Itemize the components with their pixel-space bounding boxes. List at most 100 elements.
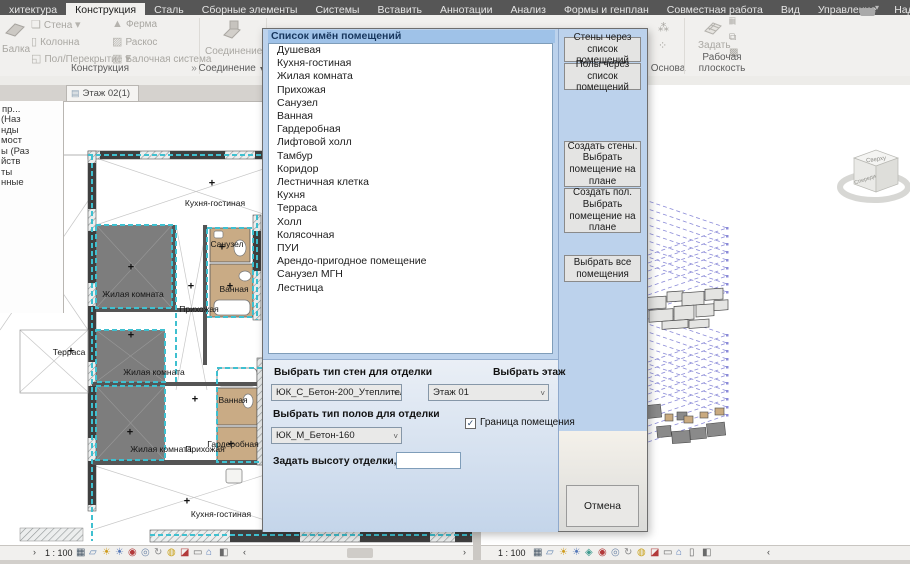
detail-level-icon[interactable]: ▦ bbox=[533, 547, 542, 558]
browser-tree-item[interactable]: (Наз bbox=[0, 115, 63, 126]
scroll-right-icon[interactable]: › bbox=[463, 547, 466, 557]
ribbon-tab-Вид[interactable]: Вид bbox=[772, 3, 809, 15]
browser-tree-item[interactable]: нные bbox=[0, 178, 63, 189]
ribbon-tab-Конструкция[interactable]: Конструкция bbox=[66, 3, 145, 15]
room-list-item[interactable]: Ванная bbox=[269, 110, 552, 123]
finish-height-input[interactable] bbox=[396, 452, 461, 469]
crop-visibility-icon[interactable]: ↻ bbox=[154, 547, 162, 558]
grid-icon[interactable]: ⁘ bbox=[658, 39, 667, 52]
crop-visibility-icon[interactable]: ↻ bbox=[624, 547, 632, 558]
shadows-icon[interactable]: ☀ bbox=[572, 547, 581, 558]
truss-button[interactable]: ▲ Ферма bbox=[112, 18, 157, 30]
crop-region-icon[interactable]: ◎ bbox=[611, 547, 620, 558]
viewcube[interactable]: Сверху Спереди bbox=[840, 150, 908, 200]
room-list-item[interactable]: Коридор bbox=[269, 163, 552, 176]
ribbon-tab-Сталь[interactable]: Сталь bbox=[145, 3, 193, 15]
constraints-icon[interactable]: ◧ bbox=[219, 547, 228, 558]
view-scale[interactable]: 1 : 100 bbox=[45, 548, 73, 558]
ribbon-tab-Совместная работа[interactable]: Совместная работа bbox=[658, 3, 772, 15]
sun-path-icon[interactable]: ☀ bbox=[102, 547, 111, 558]
constraints-icon[interactable]: ◧ bbox=[702, 547, 711, 558]
room-center-mark: + bbox=[127, 426, 133, 438]
expand-icon[interactable]: › bbox=[33, 547, 36, 557]
room-list-item[interactable]: Арендо-пригодное помещение bbox=[269, 255, 552, 268]
room-list-item[interactable]: Прихожая bbox=[269, 84, 552, 97]
ribbon-tab-хитектура[interactable]: хитектура bbox=[0, 3, 66, 15]
ribbon-tab-Системы[interactable]: Системы bbox=[306, 3, 368, 15]
temporary-hide-icon[interactable]: ◍ bbox=[167, 547, 176, 558]
room-boundary-checkbox-row[interactable]: ✓ Граница помещения bbox=[465, 417, 575, 429]
collapse-icon[interactable]: ‹ bbox=[243, 547, 246, 557]
brace-icon: ▨ bbox=[112, 36, 125, 48]
crop-region-icon[interactable]: ◎ bbox=[141, 547, 150, 558]
ribbon-tab-Вставить[interactable]: Вставить bbox=[368, 3, 431, 15]
room-list-item[interactable]: Холл bbox=[269, 216, 552, 229]
sun-path-icon[interactable]: ☀ bbox=[559, 547, 568, 558]
room-name-list[interactable]: ДушеваяКухня-гостинаяЖилая комнатаПрихож… bbox=[268, 43, 553, 354]
brace-button[interactable]: ▨ Раскос bbox=[112, 35, 157, 48]
side-button[interactable]: Создать стены. Выбрать помещение на план… bbox=[564, 141, 641, 187]
connection-button[interactable]: Соединение bbox=[205, 17, 259, 57]
checkbox-checked-icon[interactable]: ✓ bbox=[465, 418, 476, 429]
room-label: Жилая комната bbox=[102, 289, 163, 299]
worksharing-display-icon[interactable]: ⌂ bbox=[206, 547, 212, 558]
room-list-item[interactable]: Терраса bbox=[269, 202, 552, 215]
beam-button[interactable]: Балка bbox=[2, 17, 28, 55]
horizontal-scrollbar-thumb[interactable] bbox=[347, 548, 373, 558]
level-dropdown[interactable]: Этаж 01˅ bbox=[428, 384, 549, 401]
worksharing-display-icon[interactable]: ⌂ bbox=[676, 547, 682, 558]
browser-tree-item[interactable]: йств bbox=[0, 157, 63, 168]
set-workplane-button[interactable]: Задать bbox=[698, 17, 728, 51]
room-list-item[interactable]: Колясочная bbox=[269, 229, 552, 242]
room-list-item[interactable]: Гардеробная bbox=[269, 123, 552, 136]
room-list-item[interactable]: Санузел bbox=[269, 97, 552, 110]
room-list-item[interactable]: Лифтовой холл bbox=[269, 136, 552, 149]
room-list-item[interactable]: Душевая bbox=[269, 44, 552, 57]
room-list-item[interactable]: Санузел МГН bbox=[269, 268, 552, 281]
view-tab-level02[interactable]: ▤Этаж 02(1) bbox=[66, 85, 139, 101]
view-scale[interactable]: 1 : 100 bbox=[498, 548, 526, 558]
column-button[interactable]: ▯ Колонна bbox=[31, 35, 79, 48]
wall-type-dropdown[interactable]: ЮК_С_Бетон-200_Утеплитель-1˅ bbox=[271, 384, 402, 401]
temporary-properties-icon[interactable]: ▭ bbox=[663, 547, 672, 558]
ribbon-tab-Сборные элементы[interactable]: Сборные элементы bbox=[193, 3, 307, 15]
workplane-viewer-icon[interactable]: ⧉ bbox=[729, 32, 736, 43]
side-button[interactable]: Полы через список помещений bbox=[564, 63, 641, 90]
ribbon-tab-Формы и генплан[interactable]: Формы и генплан bbox=[555, 3, 658, 15]
show-workplane-icon[interactable]: 𝄜 bbox=[729, 17, 736, 28]
shadows-icon[interactable]: ☀ bbox=[115, 547, 124, 558]
side-button[interactable]: Выбрать все помещения bbox=[564, 255, 641, 282]
viewcube-toggle-icon[interactable]: ▯ bbox=[689, 547, 695, 558]
temporary-hide-icon[interactable]: ◍ bbox=[637, 547, 646, 558]
floor-type-dropdown[interactable]: ЮК_М_Бетон-160˅ bbox=[271, 427, 402, 444]
rendering-icon[interactable]: ◉ bbox=[128, 547, 137, 558]
room-list-item[interactable]: Лестница bbox=[269, 282, 552, 295]
cancel-button[interactable]: Отмена bbox=[566, 485, 639, 527]
room-boundary-label: Граница помещения bbox=[480, 417, 575, 428]
wall-button[interactable]: ❏ Стена ▾ bbox=[31, 18, 81, 31]
screencast-icon[interactable]: ▾ bbox=[860, 3, 886, 12]
temporary-properties-icon[interactable]: ▭ bbox=[193, 547, 202, 558]
visual-style-icon[interactable]: ▱ bbox=[89, 547, 97, 558]
chevron-down-icon: ▾ bbox=[875, 3, 879, 12]
room-list-item[interactable]: Кухня bbox=[269, 189, 552, 202]
reveal-hidden-icon[interactable]: ◪ bbox=[180, 547, 189, 558]
column-icon: ▯ bbox=[31, 36, 40, 48]
reveal-hidden-icon[interactable]: ◪ bbox=[650, 547, 659, 558]
rendering-icon[interactable]: ◉ bbox=[598, 547, 607, 558]
visual-style-icon[interactable]: ▱ bbox=[546, 547, 554, 558]
room-list-item[interactable]: Лестничная клетка bbox=[269, 176, 552, 189]
room-list-item[interactable]: Жилая комната bbox=[269, 70, 552, 83]
level-icon[interactable]: ⁂ bbox=[658, 21, 669, 34]
side-button[interactable]: Создать пол. Выбрать помещение на плане bbox=[564, 188, 641, 233]
ribbon-tab-Анализ[interactable]: Анализ bbox=[501, 3, 554, 15]
collapse-icon[interactable]: ‹ bbox=[767, 547, 770, 557]
ribbon-tab-Аннотации[interactable]: Аннотации bbox=[431, 3, 502, 15]
room-list-item[interactable]: ПУИ bbox=[269, 242, 552, 255]
browser-tree-item[interactable]: мост bbox=[0, 136, 63, 147]
render-icon[interactable]: ◈ bbox=[585, 547, 593, 558]
room-list-item[interactable]: Тамбур bbox=[269, 150, 552, 163]
detail-level-icon[interactable]: ▦ bbox=[76, 547, 85, 558]
room-list-item[interactable]: Кухня-гостиная bbox=[269, 57, 552, 70]
ribbon-tab-Надстройки[interactable]: Надстройки bbox=[885, 3, 910, 15]
